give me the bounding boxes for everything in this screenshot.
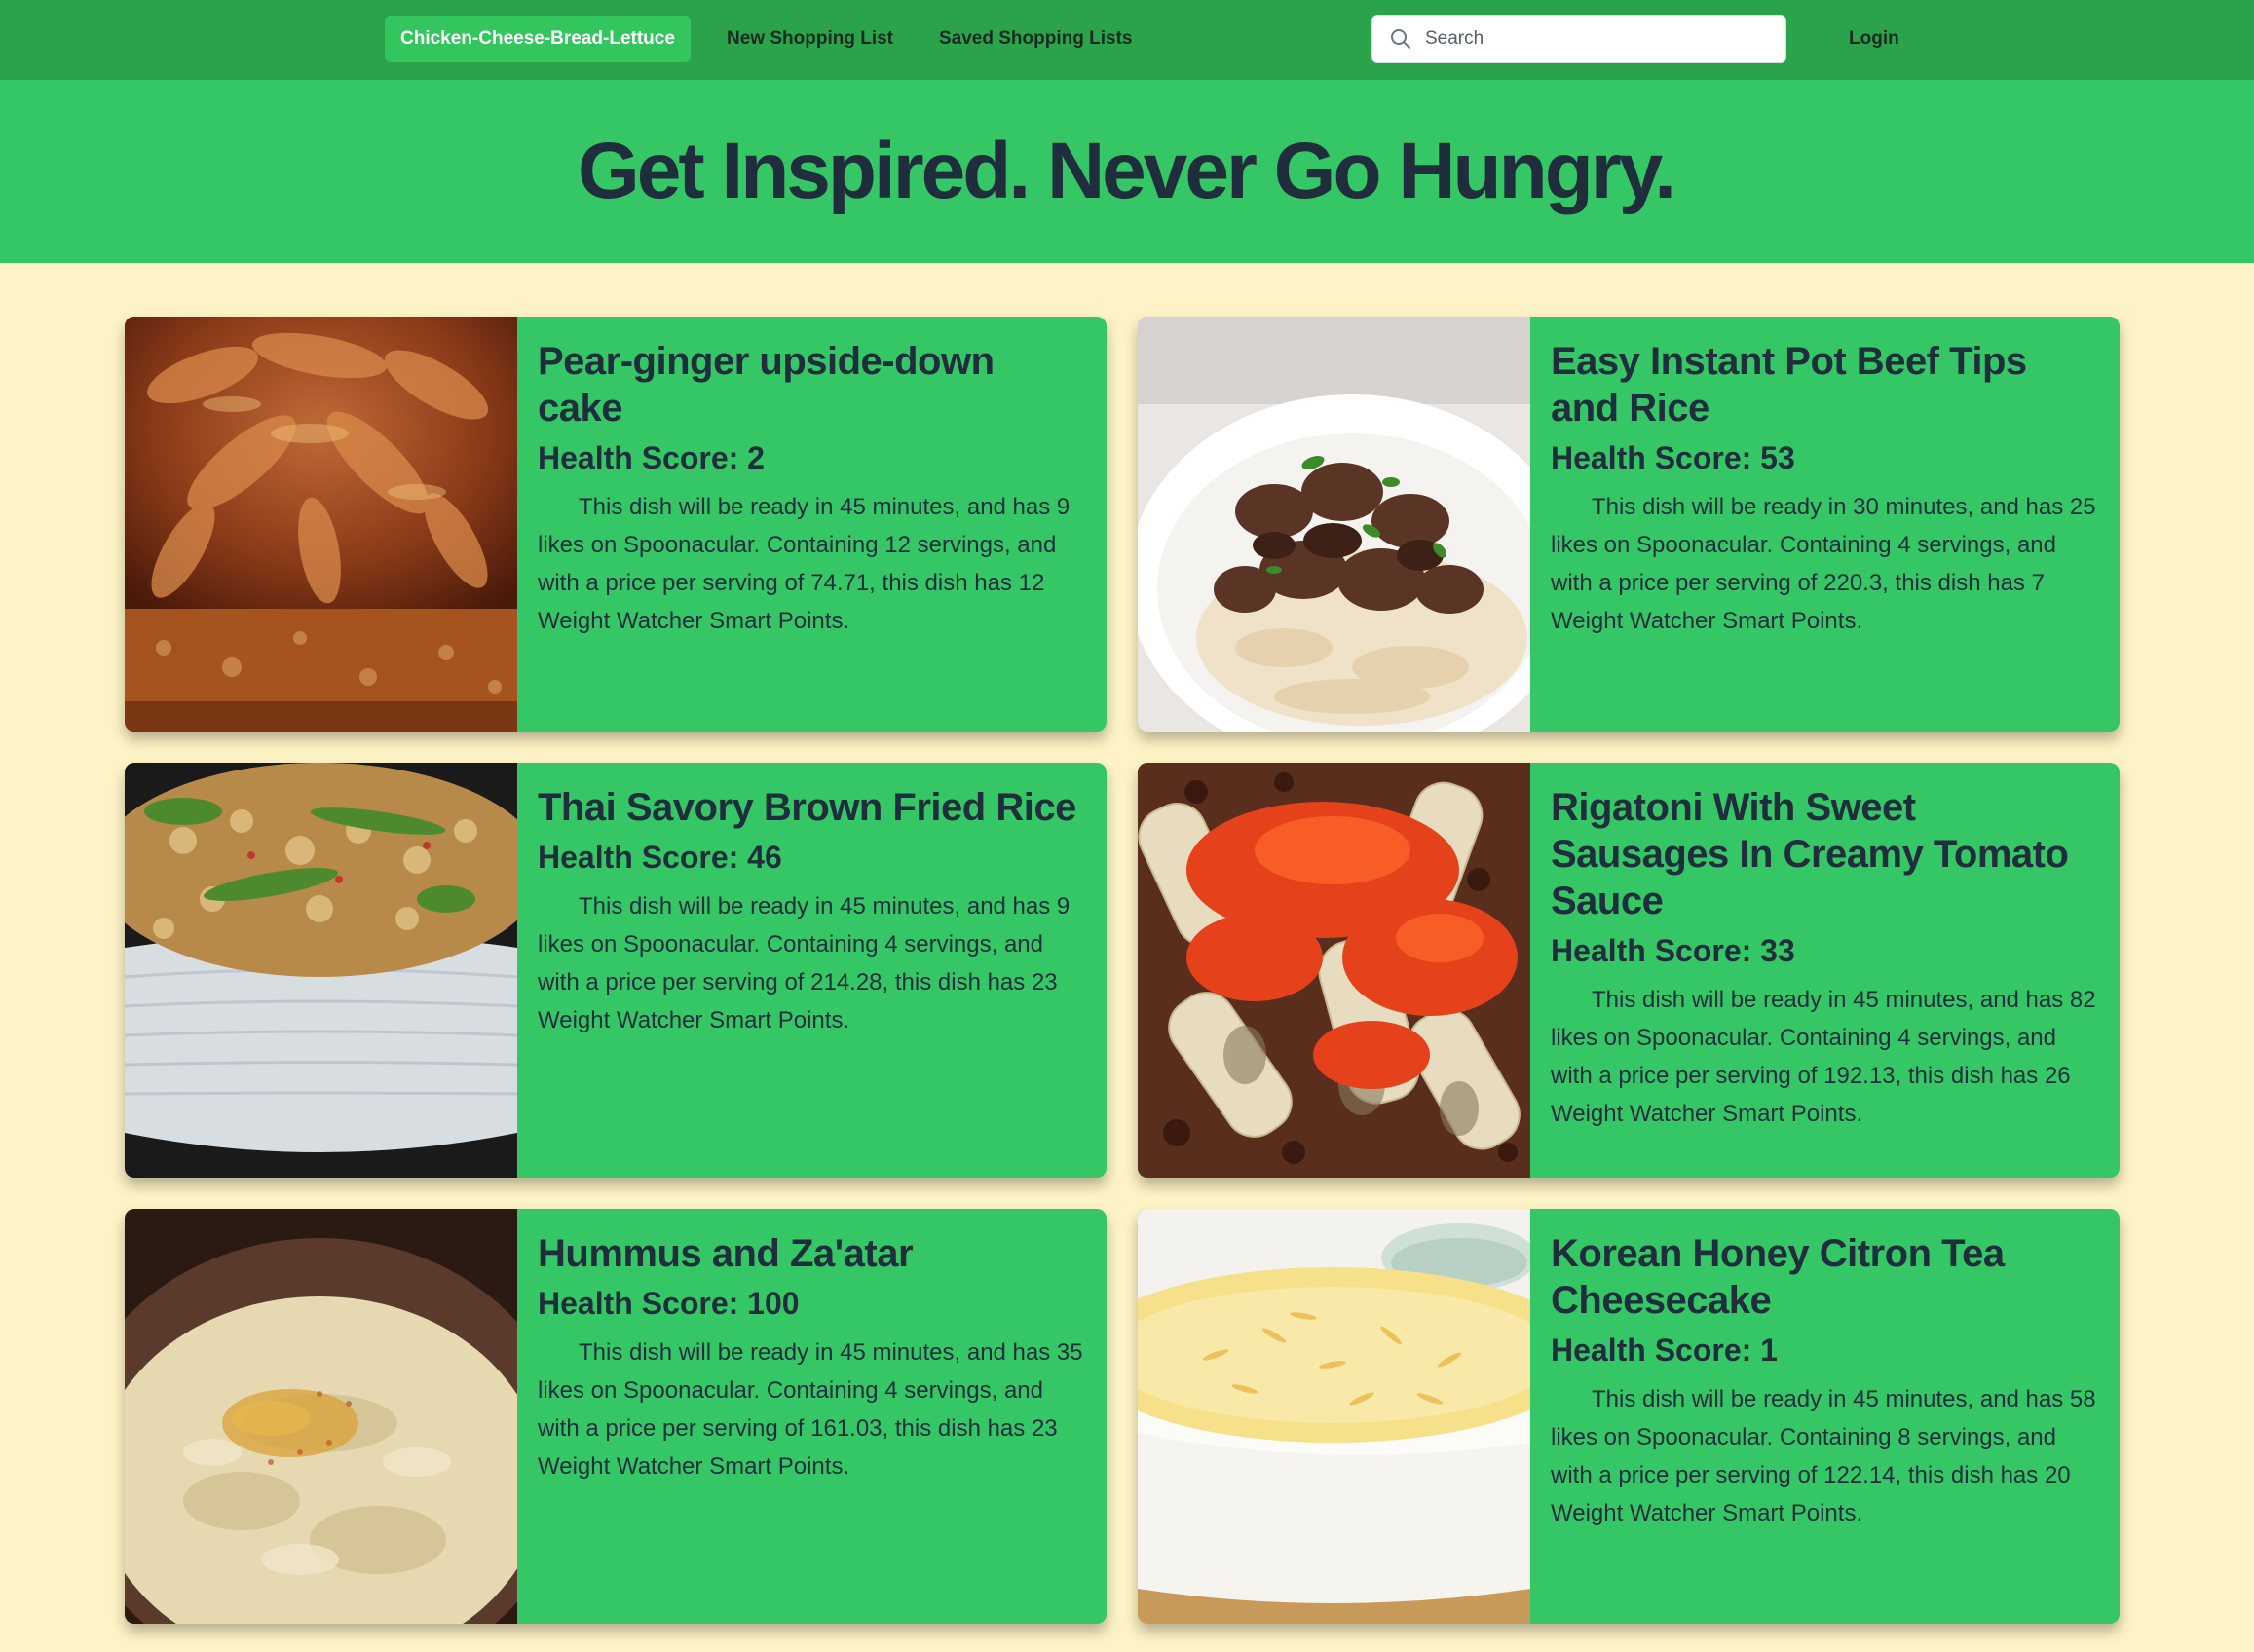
brand-button[interactable]: Chicken-Cheese-Bread-Lettuce [385, 16, 691, 62]
recipe-card[interactable]: Korean Honey Citron Tea Cheesecake Healt… [1138, 1209, 2120, 1624]
recipe-title[interactable]: Hummus and Za'atar [538, 1230, 1089, 1277]
recipe-image [1138, 763, 1530, 1178]
search-icon [1390, 28, 1411, 50]
recipe-image [1138, 317, 1530, 732]
health-score: Health Score: 46 [538, 840, 782, 875]
search-input[interactable] [1425, 28, 1776, 50]
recipe-image [125, 317, 517, 732]
recipe-image [125, 763, 517, 1178]
recipe-title[interactable]: Rigatoni With Sweet Sausages In Creamy T… [1551, 784, 2102, 924]
recipe-card[interactable]: Rigatoni With Sweet Sausages In Creamy T… [1138, 763, 2120, 1178]
hero-headline: Get Inspired. Never Go Hungry. [577, 127, 1676, 215]
recipe-description: This dish will be ready in 45 minutes, a… [1551, 1386, 2096, 1526]
recipe-description: This dish will be ready in 30 minutes, a… [1551, 494, 2096, 634]
recipe-image [125, 1209, 517, 1624]
recipe-card[interactable]: Easy Instant Pot Beef Tips and Rice Heal… [1138, 317, 2120, 732]
login-link[interactable]: Login [1849, 16, 1899, 62]
recipe-title[interactable]: Thai Savory Brown Fried Rice [538, 784, 1089, 831]
saved-shopping-lists-link[interactable]: Saved Shopping Lists [939, 16, 1132, 62]
new-shopping-list-link[interactable]: New Shopping List [727, 16, 893, 62]
health-score: Health Score: 33 [1551, 933, 1795, 968]
health-score: Health Score: 2 [538, 440, 765, 475]
recipe-title[interactable]: Easy Instant Pot Beef Tips and Rice [1551, 338, 2102, 432]
search-box[interactable] [1371, 15, 1786, 63]
recipe-card[interactable]: Pear-ginger upside-down cake Health Scor… [125, 317, 1107, 732]
recipe-description: This dish will be ready in 45 minutes, a… [538, 893, 1071, 1033]
health-score: Health Score: 100 [538, 1286, 800, 1321]
navbar: Chicken-Cheese-Bread-Lettuce New Shoppin… [0, 0, 2254, 80]
health-score: Health Score: 53 [1551, 440, 1795, 475]
recipe-card[interactable]: Thai Savory Brown Fried Rice Health Scor… [125, 763, 1107, 1178]
recipe-title[interactable]: Korean Honey Citron Tea Cheesecake [1551, 1230, 2102, 1324]
recipe-description: This dish will be ready in 45 minutes, a… [538, 1339, 1083, 1480]
hero-banner: Get Inspired. Never Go Hungry. [0, 80, 2254, 263]
recipe-image [1138, 1209, 1530, 1624]
recipe-description: This dish will be ready in 45 minutes, a… [538, 494, 1071, 634]
recipe-card[interactable]: Hummus and Za'atar Health Score: 100 Thi… [125, 1209, 1107, 1624]
recipe-title[interactable]: Pear-ginger upside-down cake [538, 338, 1089, 432]
recipe-description: This dish will be ready in 45 minutes, a… [1551, 987, 2096, 1127]
health-score: Health Score: 1 [1551, 1333, 1778, 1368]
